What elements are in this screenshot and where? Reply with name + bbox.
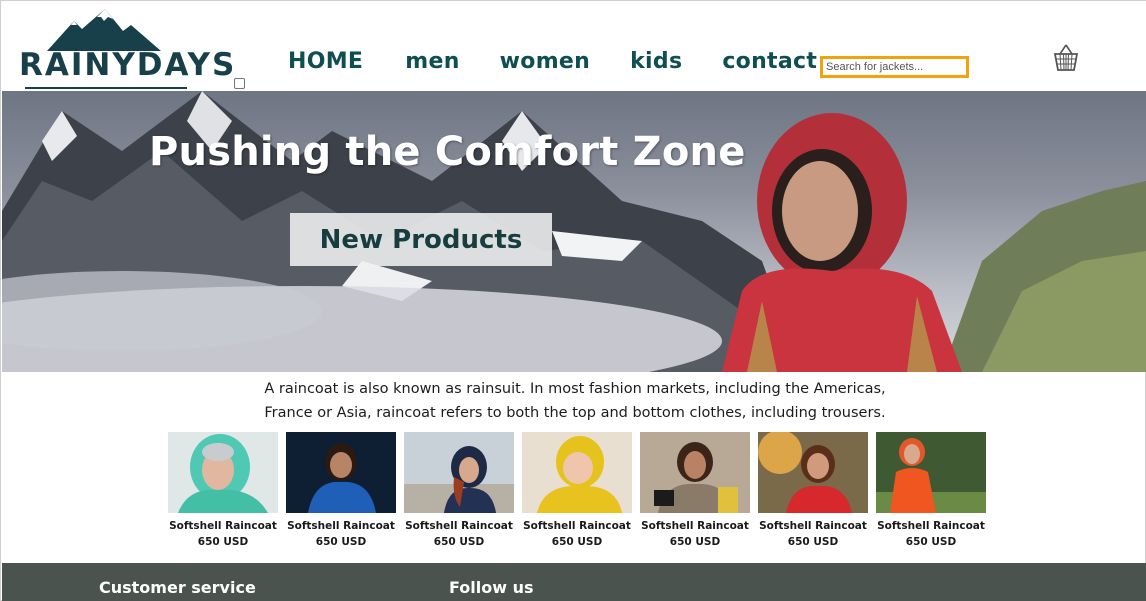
footer-follow-us: Follow us (449, 578, 534, 597)
nav-men[interactable]: men (405, 49, 459, 81)
product-card[interactable]: Softshell Raincoat 650 USD (522, 432, 632, 554)
new-products-button[interactable]: New Products (290, 213, 552, 266)
product-price: 650 USD (669, 536, 721, 548)
product-name: Softshell Raincoat (877, 520, 985, 532)
nav-women[interactable]: women (500, 49, 590, 81)
product-name: Softshell Raincoat (287, 520, 395, 532)
site-header: RAINYDAYS HOME men women kids contact (1, 1, 1146, 91)
product-card[interactable]: Softshell Raincoat 650 USD (168, 432, 278, 554)
product-photo-5 (640, 432, 750, 513)
nav-contact[interactable]: contact (722, 49, 817, 81)
site-footer: Customer service Follow us (2, 563, 1146, 601)
logo-underline (25, 87, 187, 89)
product-name: Softshell Raincoat (759, 520, 867, 532)
product-price: 650 USD (787, 536, 839, 548)
product-photo-1 (168, 432, 278, 513)
product-photo-7 (876, 432, 986, 513)
product-photo-4 (522, 432, 632, 513)
mountain-logo-icon (47, 9, 161, 51)
brand-name: RAINYDAYS (19, 47, 237, 83)
product-photo-2 (286, 432, 396, 513)
brand-logo[interactable]: RAINYDAYS (19, 7, 237, 89)
product-list: Softshell Raincoat 650 USD Softshell Rai… (168, 432, 986, 554)
hero-banner: Pushing the Comfort Zone New Products (2, 91, 1146, 372)
search-input[interactable] (820, 56, 969, 78)
product-card[interactable]: Softshell Raincoat 650 USD (286, 432, 396, 554)
product-photo-6 (758, 432, 868, 513)
basket-icon (1053, 44, 1079, 71)
footer-customer-service[interactable]: Customer service (99, 578, 256, 597)
hero-title: Pushing the Comfort Zone (149, 129, 746, 175)
product-photo-3 (404, 432, 514, 513)
product-price: 650 USD (197, 536, 249, 548)
product-name: Softshell Raincoat (523, 520, 631, 532)
product-image[interactable] (286, 432, 396, 513)
product-name: Softshell Raincoat (169, 520, 277, 532)
main-nav: HOME men women kids contact (288, 49, 817, 81)
product-image[interactable] (522, 432, 632, 513)
product-image[interactable] (876, 432, 986, 513)
product-image[interactable] (758, 432, 868, 513)
product-name: Softshell Raincoat (641, 520, 749, 532)
intro-text: A raincoat is also known as rainsuit. In… (264, 381, 886, 421)
product-name: Softshell Raincoat (405, 520, 513, 532)
product-card[interactable]: Softshell Raincoat 650 USD (758, 432, 868, 554)
product-price: 650 USD (551, 536, 603, 548)
nav-home[interactable]: HOME (288, 49, 363, 81)
menu-toggle-checkbox[interactable] (234, 78, 245, 89)
cart-button[interactable] (1053, 43, 1079, 73)
product-image[interactable] (640, 432, 750, 513)
product-price: 650 USD (905, 536, 957, 548)
product-price: 650 USD (315, 536, 367, 548)
product-card[interactable]: Softshell Raincoat 650 USD (640, 432, 750, 554)
product-image[interactable] (168, 432, 278, 513)
product-card[interactable]: Softshell Raincoat 650 USD (404, 432, 514, 554)
nav-kids[interactable]: kids (630, 49, 682, 81)
product-image[interactable] (404, 432, 514, 513)
product-card[interactable]: Softshell Raincoat 650 USD (876, 432, 986, 554)
product-price: 650 USD (433, 536, 485, 548)
